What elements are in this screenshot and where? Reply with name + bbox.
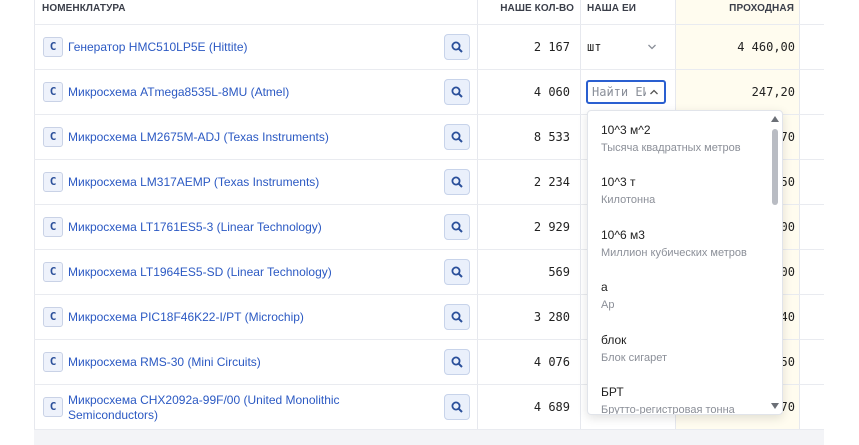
type-badge: C	[43, 397, 63, 417]
our-qty: 2 234	[533, 175, 570, 189]
search-icon	[451, 311, 463, 323]
search-icon	[451, 131, 463, 143]
chevron-down-icon[interactable]	[647, 43, 657, 51]
item-name-link[interactable]: Микросхема PIC18F46K22-I/PT (Microchip)	[68, 310, 304, 325]
option-code: а	[601, 280, 608, 294]
type-badge: C	[43, 172, 63, 192]
our-qty: 4 689	[533, 400, 570, 414]
search-icon	[451, 266, 463, 278]
option-desc: Миллион кубических метров	[601, 247, 747, 259]
option-desc: Блок сигарет	[601, 352, 668, 364]
type-badge: C	[43, 262, 63, 282]
search-icon	[451, 41, 463, 53]
right-gutter	[824, 0, 859, 445]
unit-dropdown[interactable]: 10^3 м^2 Тысяча квадратных метров 10^3 т…	[587, 110, 783, 415]
type-badge: C	[43, 82, 63, 102]
option-desc: Ар	[601, 299, 615, 311]
type-badge: C	[43, 37, 63, 57]
search-button[interactable]	[444, 34, 470, 60]
item-name-link[interactable]: Микросхема LT1761ES5-3 (Linear Technolog…	[68, 220, 322, 235]
unit-search-placeholder: Найти ЕИ	[592, 85, 650, 99]
search-icon	[451, 176, 463, 188]
search-icon	[451, 356, 463, 368]
our-qty: 3 280	[533, 310, 570, 324]
search-icon	[451, 86, 463, 98]
dropdown-option[interactable]: а Ар	[601, 280, 771, 312]
table-footer	[34, 430, 824, 445]
option-code: БРТ	[601, 385, 624, 399]
item-name-link[interactable]: Микросхема RMS-30 (Mini Circuits)	[68, 355, 261, 370]
our-qty: 2 929	[533, 220, 570, 234]
scrollbar-thumb[interactable]	[772, 129, 778, 205]
item-name-link[interactable]: Микросхема LT1964ES5-SD (Linear Technolo…	[68, 265, 332, 280]
our-qty: 569	[548, 265, 570, 279]
search-button[interactable]	[444, 394, 470, 420]
option-desc: Брутто-регистровая тонна	[601, 404, 735, 415]
item-name-line: Микросхема CHX2092a-99F/00 (United Monol…	[68, 393, 340, 407]
option-code: 10^3 м^2	[601, 123, 651, 137]
dropdown-option[interactable]: блок Блок сигарет	[601, 333, 771, 365]
option-code: 10^3 т	[601, 175, 636, 189]
option-code: блок	[601, 333, 627, 347]
option-desc: Тысяча квадратных метров	[601, 142, 741, 154]
item-name-link[interactable]: Микросхема LM2675M-ADJ (Texas Instrument…	[68, 130, 329, 145]
type-badge: C	[43, 352, 63, 372]
our-qty: 4 076	[533, 355, 570, 369]
pass-value: 4 460,00	[737, 40, 795, 54]
dropdown-option[interactable]: БРТ Брутто-регистровая тонна	[601, 385, 771, 415]
pass-value: 247,20	[751, 85, 795, 99]
search-icon	[451, 221, 463, 233]
search-button[interactable]	[444, 214, 470, 240]
scroll-down-arrow-icon[interactable]	[771, 403, 779, 409]
table-row: C Микросхема ATmega8535L-8MU (Atmel) 4 0…	[34, 70, 824, 115]
search-button[interactable]	[444, 304, 470, 330]
item-name-line: Semiconductors)	[68, 408, 159, 422]
type-badge: C	[43, 307, 63, 327]
our-qty: 2 167	[533, 40, 570, 54]
search-button[interactable]	[444, 124, 470, 150]
our-unit[interactable]: шт	[587, 40, 601, 54]
header-nomenclature[interactable]: НОМЕНКЛАТУРА	[42, 0, 126, 24]
header-our-qty[interactable]: НАШЕ КОЛ-ВО	[477, 0, 574, 24]
item-name-link[interactable]: Микросхема LM317AEMP (Texas Instruments)	[68, 175, 319, 190]
table-row: C Генератор HMC510LP5E (Hittite) 2 167 ш…	[34, 25, 824, 70]
our-qty: 4 060	[533, 85, 570, 99]
search-button[interactable]	[444, 79, 470, 105]
search-icon	[451, 401, 463, 413]
unit-input-chevron-bg	[646, 85, 664, 99]
option-code: 10^6 м3	[601, 228, 645, 242]
our-qty: 8 533	[533, 130, 570, 144]
header-our-unit[interactable]: НАША ЕИ	[587, 0, 636, 24]
search-button[interactable]	[444, 259, 470, 285]
table-header: НОМЕНКЛАТУРА НАШЕ КОЛ-ВО НАША ЕИ ПРОХОДН…	[0, 0, 859, 24]
type-badge: C	[43, 127, 63, 147]
item-name-link[interactable]: Микросхема ATmega8535L-8MU (Atmel)	[68, 85, 289, 100]
item-name-link[interactable]: Микросхема CHX2092a-99F/00 (United Monol…	[68, 393, 340, 423]
search-button[interactable]	[444, 169, 470, 195]
dropdown-option[interactable]: 10^3 т Килотонна	[601, 175, 771, 207]
item-name-link[interactable]: Генератор HMC510LP5E (Hittite)	[68, 40, 248, 55]
search-button[interactable]	[444, 349, 470, 375]
option-desc: Килотонна	[601, 194, 656, 206]
type-badge: C	[43, 217, 63, 237]
scroll-up-arrow-icon[interactable]	[771, 116, 779, 122]
chevron-up-icon[interactable]	[649, 88, 659, 96]
dropdown-option[interactable]: 10^3 м^2 Тысяча квадратных метров	[601, 123, 771, 155]
header-pass[interactable]: ПРОХОДНАЯ	[675, 0, 794, 24]
dropdown-option[interactable]: 10^6 м3 Миллион кубических метров	[601, 228, 771, 260]
